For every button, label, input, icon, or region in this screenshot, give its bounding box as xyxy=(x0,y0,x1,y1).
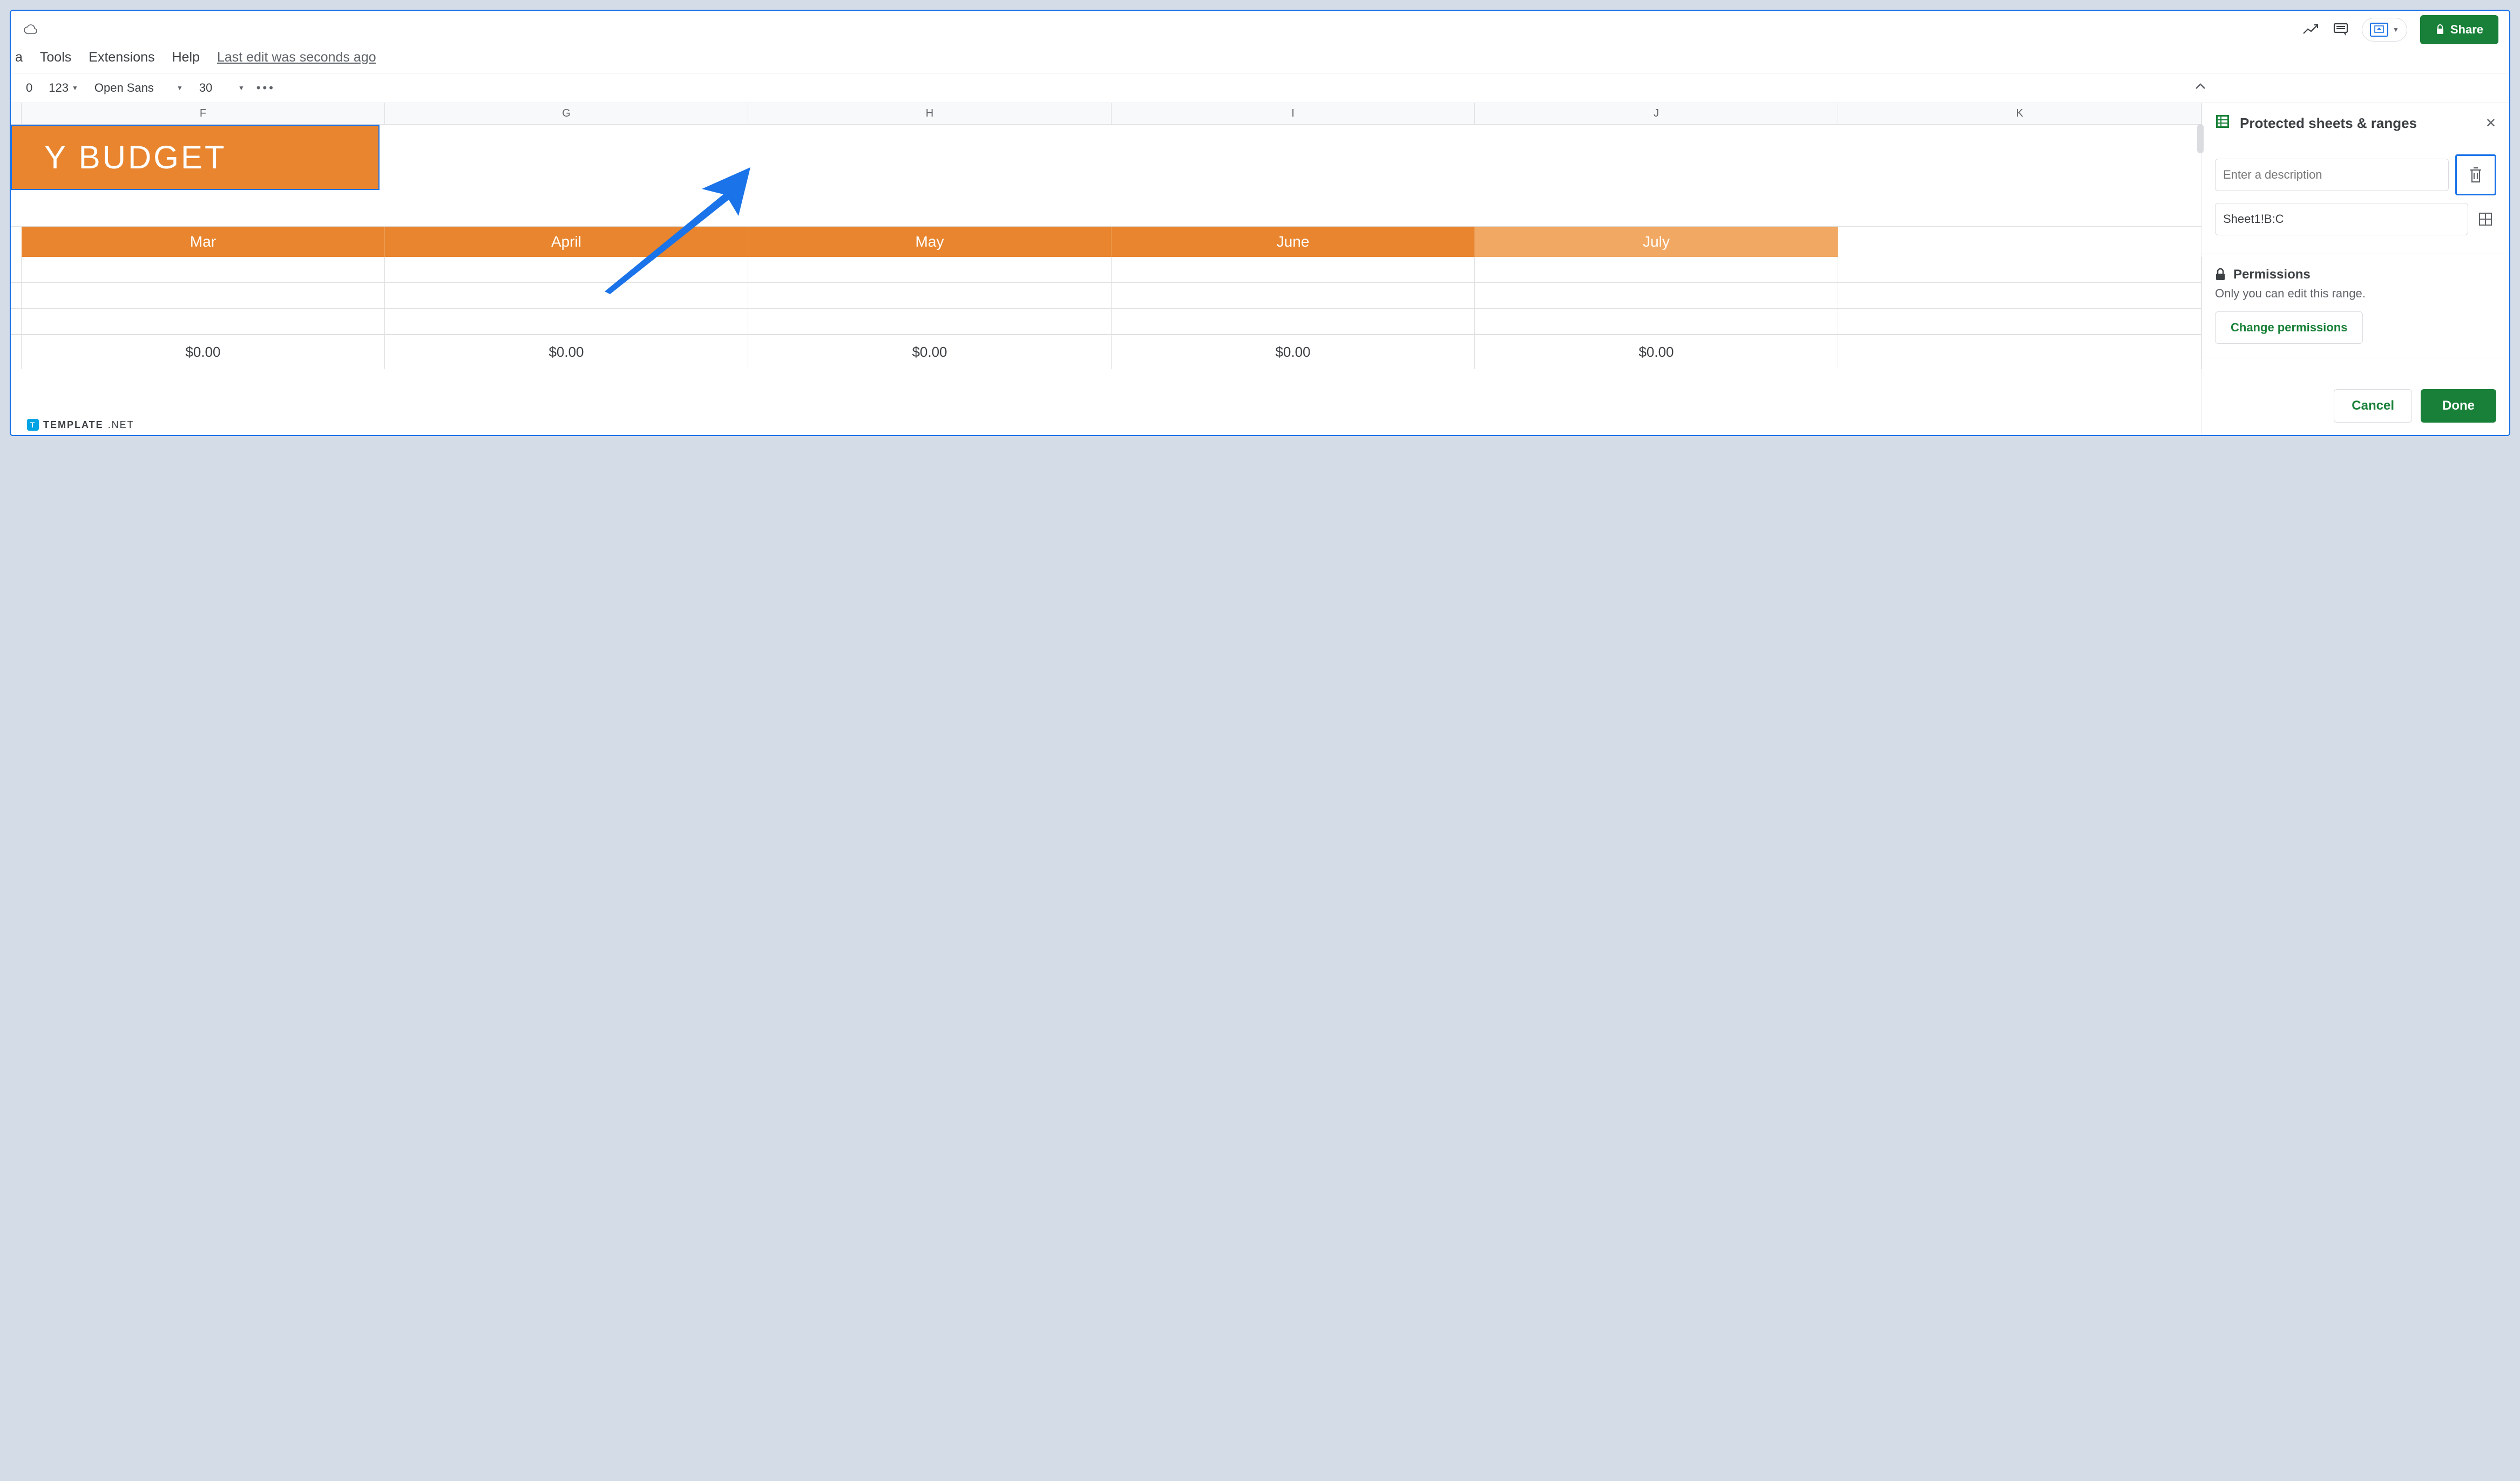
font-size-dropdown[interactable]: 30 ▼ xyxy=(195,79,249,97)
grid-icon xyxy=(2478,212,2492,226)
cell[interactable] xyxy=(385,257,748,283)
chevron-down-icon: ▼ xyxy=(2393,26,2399,33)
share-label: Share xyxy=(2450,23,2483,37)
value-cell[interactable]: $0.00 xyxy=(1475,335,1838,369)
cloud-sync-icon[interactable] xyxy=(22,24,38,36)
menu-extensions[interactable]: Extensions xyxy=(89,50,154,65)
row-spacer xyxy=(11,335,22,369)
toolbar-more[interactable]: ••• xyxy=(256,81,275,95)
menu-tools[interactable]: Tools xyxy=(40,50,71,65)
cell[interactable] xyxy=(1112,257,1475,283)
cell[interactable] xyxy=(1112,309,1475,335)
cell[interactable] xyxy=(22,283,385,309)
lock-icon xyxy=(2215,268,2226,281)
present-dropdown[interactable]: ▼ xyxy=(2362,18,2407,42)
cell[interactable] xyxy=(22,257,385,283)
cell[interactable] xyxy=(22,309,385,335)
toolbar-partial-num[interactable]: 0 xyxy=(22,79,37,97)
font-dropdown[interactable]: Open Sans ▼ xyxy=(90,79,187,97)
permissions-label: Permissions xyxy=(2233,267,2311,282)
watermark-brand: TEMPLATE xyxy=(43,419,104,431)
col-header[interactable]: I xyxy=(1112,103,1475,124)
cell[interactable] xyxy=(748,283,1112,309)
row-spacer xyxy=(11,227,22,257)
delete-range-button[interactable] xyxy=(2455,154,2496,195)
menu-partial[interactable]: a xyxy=(15,50,23,65)
col-header[interactable]: J xyxy=(1475,103,1838,124)
menu-help[interactable]: Help xyxy=(172,50,200,65)
cell[interactable] xyxy=(1112,283,1475,309)
value-cell[interactable]: $0.00 xyxy=(748,335,1112,369)
cell[interactable] xyxy=(1475,257,1838,283)
cancel-button[interactable]: Cancel xyxy=(2334,389,2412,423)
month-cell[interactable]: July xyxy=(1475,227,1838,257)
col-header[interactable]: G xyxy=(385,103,748,124)
budget-title-cell[interactable]: Y BUDGET xyxy=(11,125,380,190)
cell[interactable] xyxy=(748,309,1112,335)
month-cell[interactable]: April xyxy=(385,227,748,257)
col-header-spacer xyxy=(11,103,22,124)
value-cell[interactable]: $0.00 xyxy=(1112,335,1475,369)
number-format-dropdown[interactable]: 123 ▼ xyxy=(44,79,83,97)
scrollbar-thumb[interactable] xyxy=(2197,124,2204,153)
comment-icon[interactable] xyxy=(2333,22,2349,37)
trash-icon xyxy=(2468,166,2484,184)
collapse-toolbar-icon[interactable] xyxy=(2194,80,2207,94)
chevron-down-icon: ▼ xyxy=(238,84,245,92)
empty-cell[interactable] xyxy=(1838,227,2201,257)
value-cell[interactable]: $0.00 xyxy=(385,335,748,369)
watermark-tld: .NET xyxy=(108,419,134,431)
month-cell[interactable]: May xyxy=(748,227,1112,257)
template-logo-icon: T xyxy=(27,419,39,431)
select-range-button[interactable] xyxy=(2475,208,2496,230)
col-header[interactable]: K xyxy=(1838,103,2201,124)
last-edit-link[interactable]: Last edit was seconds ago xyxy=(217,50,376,65)
cell[interactable] xyxy=(1838,257,2201,283)
month-cell[interactable]: Mar xyxy=(22,227,385,257)
done-button[interactable]: Done xyxy=(2421,389,2496,423)
cell[interactable] xyxy=(1838,283,2201,309)
sheets-icon xyxy=(2215,114,2231,133)
lock-icon xyxy=(2435,24,2445,35)
range-input[interactable]: Sheet1!B:C xyxy=(2215,203,2468,235)
cell[interactable] xyxy=(1475,283,1838,309)
cell[interactable] xyxy=(748,257,1112,283)
cell[interactable] xyxy=(385,309,748,335)
chevron-down-icon: ▼ xyxy=(72,84,78,92)
cell[interactable] xyxy=(385,283,748,309)
share-button[interactable]: Share xyxy=(2420,15,2498,44)
col-header[interactable]: F xyxy=(22,103,385,124)
cell[interactable] xyxy=(1838,309,2201,335)
chevron-down-icon: ▼ xyxy=(177,84,183,92)
watermark: T TEMPLATE .NET xyxy=(27,419,134,431)
value-cell[interactable]: $0.00 xyxy=(22,335,385,369)
empty-cell[interactable] xyxy=(1838,335,2201,369)
description-input[interactable] xyxy=(2215,159,2449,191)
permissions-desc: Only you can edit this range. xyxy=(2215,287,2496,301)
month-cell[interactable]: June xyxy=(1112,227,1475,257)
close-icon[interactable]: ✕ xyxy=(2485,116,2496,131)
protected-ranges-sidebar: Protected sheets & ranges ✕ Sheet1!B:C xyxy=(2201,103,2509,436)
trend-icon[interactable] xyxy=(2302,24,2320,36)
change-permissions-button[interactable]: Change permissions xyxy=(2215,311,2363,344)
sidebar-title: Protected sheets & ranges xyxy=(2240,115,2477,132)
cell[interactable] xyxy=(1475,309,1838,335)
col-header[interactable]: H xyxy=(748,103,1112,124)
